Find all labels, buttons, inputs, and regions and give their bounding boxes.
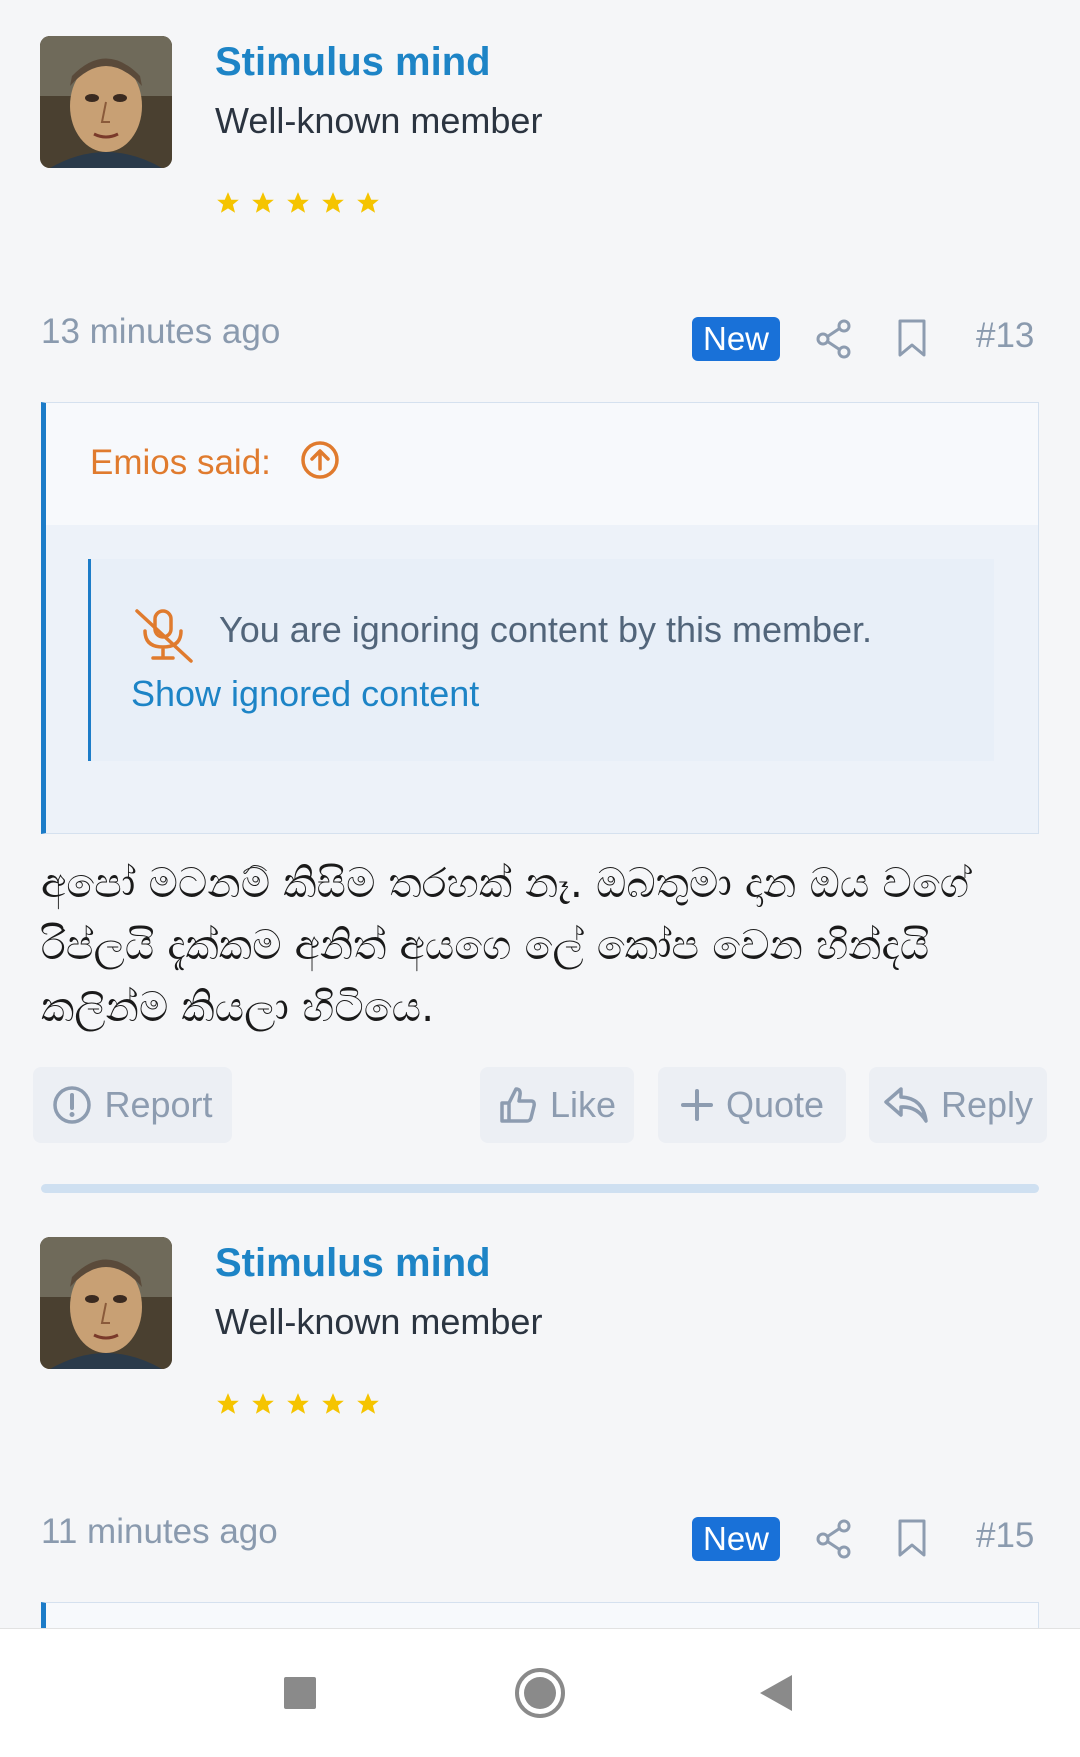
like-button[interactable]: Like (480, 1067, 634, 1143)
quote-body: You are ignoring content by this member.… (46, 525, 1038, 833)
mute-icon (131, 607, 197, 668)
user-title: Well-known member (215, 100, 543, 141)
star-icon (357, 1393, 379, 1414)
star-icon (217, 192, 239, 213)
post-message: අපෝ මටනම් කිසිම තරහක් නෑ. ඔබතුමා දාන ඔය … (41, 859, 970, 1031)
like-label: Like (549, 1084, 617, 1125)
star-icon (287, 1393, 309, 1414)
new-badge: New (692, 1517, 780, 1561)
reply-icon (884, 1087, 928, 1123)
system-nav-bar (0, 1628, 1080, 1757)
reply-button[interactable]: Reply (869, 1067, 1047, 1143)
share-icon[interactable] (814, 1518, 854, 1560)
quote-block: Emios said: You are ignoring content by … (41, 402, 1039, 834)
post-time[interactable]: 13 minutes ago (41, 312, 280, 352)
star-icon (217, 1393, 239, 1414)
report-label: Report (104, 1084, 213, 1125)
post-divider (41, 1184, 1039, 1193)
star-icon (252, 192, 274, 213)
nav-home-icon[interactable] (500, 1629, 580, 1757)
thumbs-up-icon (500, 1087, 536, 1123)
star-icon (287, 192, 309, 213)
post-number[interactable]: #13 (976, 316, 1034, 356)
new-badge: New (692, 317, 780, 361)
username[interactable]: Stimulus mind (215, 1241, 491, 1286)
user-title: Well-known member (215, 1301, 543, 1342)
report-icon (53, 1086, 92, 1124)
bookmark-icon[interactable] (896, 1518, 928, 1558)
quote-header: Emios said: (46, 403, 1038, 525)
arrow-up-circle-icon[interactable] (300, 440, 340, 485)
ignored-content-notice: You are ignoring content by this member.… (88, 559, 994, 761)
quote-label: Quote (725, 1084, 825, 1125)
ignored-message: You are ignoring content by this member. (219, 609, 873, 650)
post-number[interactable]: #15 (976, 1516, 1034, 1556)
post-time[interactable]: 11 minutes ago (41, 1512, 278, 1552)
show-ignored-link[interactable]: Show ignored content (131, 673, 479, 715)
report-button[interactable]: Report (33, 1067, 232, 1143)
plus-icon (680, 1089, 713, 1121)
avatar[interactable] (40, 36, 172, 168)
star-icon (252, 1393, 274, 1414)
nav-recents-icon[interactable] (260, 1629, 340, 1757)
reply-label: Reply (940, 1084, 1034, 1125)
star-icon (322, 1393, 344, 1414)
bookmark-icon[interactable] (896, 318, 928, 358)
nav-back-icon[interactable] (736, 1629, 816, 1757)
rating-stars (215, 190, 381, 216)
star-icon (322, 192, 344, 213)
quote-author[interactable]: Emios said: (90, 443, 271, 483)
star-icon (357, 192, 379, 213)
username[interactable]: Stimulus mind (215, 40, 491, 85)
quote-button[interactable]: Quote (658, 1067, 846, 1143)
share-icon[interactable] (814, 318, 854, 360)
rating-stars (215, 1391, 381, 1417)
avatar[interactable] (40, 1237, 172, 1369)
